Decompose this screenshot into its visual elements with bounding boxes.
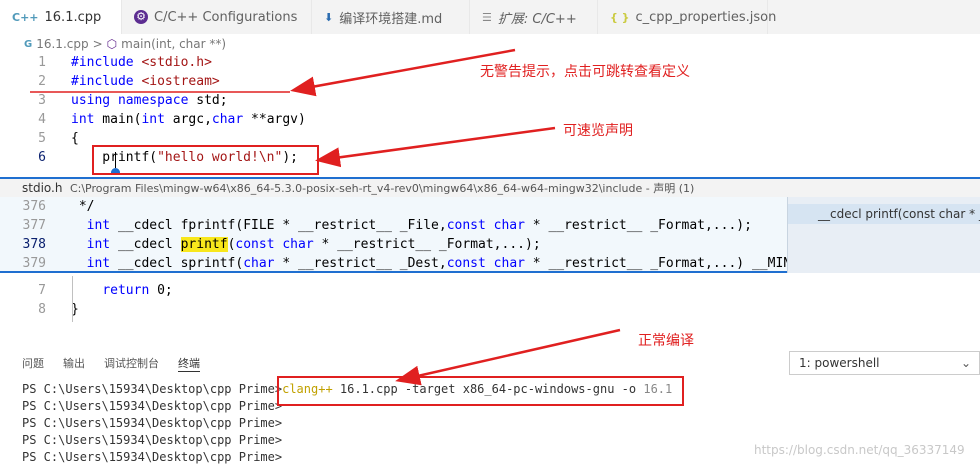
annotation-note-1: 无警告提示，点击可跳转查看定义 (480, 64, 690, 80)
watermark: https://blog.csdn.net/qq_36337149 (754, 443, 965, 457)
annotation-note-2: 可速览声明 (563, 123, 633, 139)
annotation-note-3: 正常编译 (638, 333, 694, 349)
